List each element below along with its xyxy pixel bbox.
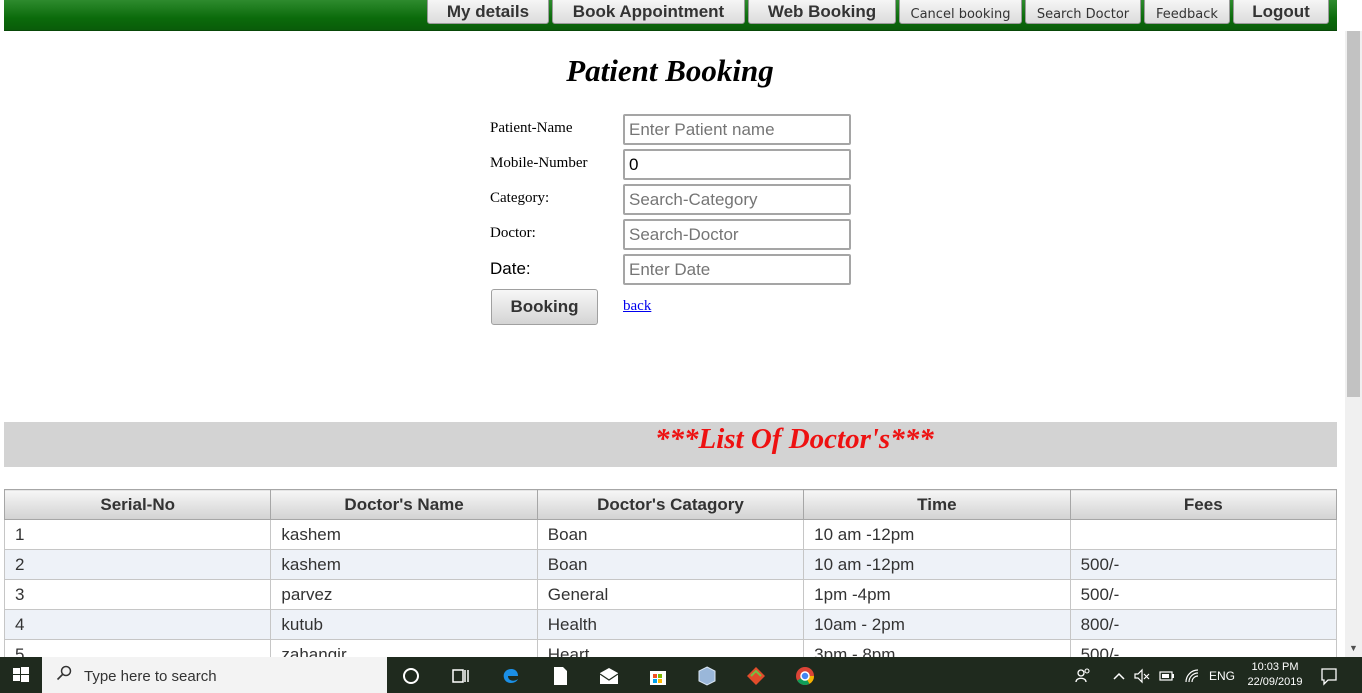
cell-doctor-name: parvez	[270, 579, 538, 610]
taskbar-search-placeholder: Type here to search	[84, 668, 217, 685]
table-row: 1 kashem Boan 10 am -12pm	[4, 519, 1337, 550]
cell-doctor-name: kashem	[270, 549, 538, 580]
cell-fees: 500/-	[1069, 639, 1337, 657]
input-language-indicator[interactable]: ENG	[1209, 669, 1235, 683]
wifi-icon[interactable]	[1183, 665, 1201, 687]
cell-category: General	[536, 579, 805, 610]
chrome-icon[interactable]	[794, 665, 816, 687]
task-view-icon[interactable]	[449, 665, 471, 687]
back-link[interactable]: back	[623, 298, 651, 315]
people-icon[interactable]	[1074, 665, 1092, 687]
nav-my-details-button[interactable]: My details	[427, 0, 549, 24]
table-row: 2 kashem Boan 10 am -12pm 500/-	[4, 549, 1337, 580]
table-row: 4 kutub Health 10am - 2pm 800/-	[4, 609, 1337, 640]
cell-serial: 5	[4, 639, 272, 657]
show-hidden-icons-chevron-icon[interactable]	[1112, 665, 1126, 687]
table-header-row: Serial-No Doctor's Name Doctor's Catagor…	[4, 489, 1337, 520]
cell-fees: 800/-	[1069, 609, 1337, 640]
date-input[interactable]	[623, 254, 851, 285]
clock-date: 22/09/2019	[1247, 676, 1303, 688]
scrollbar-thumb[interactable]	[1347, 31, 1360, 397]
taskbar-clock[interactable]: 10:03 PM 22/09/2019	[1240, 660, 1310, 690]
category-label: Category:	[490, 190, 550, 206]
edge-browser-icon[interactable]	[500, 665, 522, 687]
cell-fees	[1069, 519, 1337, 550]
cell-serial: 4	[4, 609, 272, 640]
cell-doctor-name: zahangir	[270, 639, 538, 657]
page-title: Patient Booking	[566, 53, 774, 88]
cell-doctor-name: kashem	[270, 519, 538, 550]
cell-fees: 500/-	[1069, 579, 1337, 610]
nav-feedback-button[interactable]: Feedback	[1144, 0, 1230, 24]
table-row: 3 parvez General 1pm -4pm 500/-	[4, 579, 1337, 610]
search-icon	[56, 665, 72, 681]
nav-logout-button[interactable]: Logout	[1233, 0, 1329, 24]
cell-time: 3pm - 8pm	[803, 639, 1071, 657]
taskbar-search-box[interactable]: Type here to search	[42, 657, 387, 693]
file-icon[interactable]	[549, 665, 571, 687]
nav-search-doctor-button[interactable]: Search Doctor	[1025, 0, 1141, 24]
cell-time: 10 am -12pm	[803, 519, 1071, 550]
mobile-number-label: Mobile-Number	[490, 155, 588, 171]
doctor-search-input[interactable]	[623, 219, 851, 250]
volume-muted-icon[interactable]	[1133, 665, 1151, 687]
booking-button[interactable]: Booking	[491, 289, 598, 325]
date-label: Date:	[490, 259, 531, 278]
patient-name-input[interactable]	[623, 114, 851, 145]
windows-taskbar: Type here to search ENG 10:03 PM 22/09/2…	[0, 657, 1362, 693]
doctor-label: Doctor:	[490, 225, 536, 241]
cell-category: Health	[536, 609, 805, 640]
mobile-number-input[interactable]	[623, 149, 851, 180]
column-header-serial: Serial-No	[4, 489, 272, 520]
cell-serial: 1	[4, 519, 272, 550]
mail-icon[interactable]	[598, 665, 620, 687]
store-icon[interactable]	[647, 665, 669, 687]
doctor-list-title: ***List Of Doctor's***	[655, 423, 934, 455]
cell-category: Heart	[536, 639, 805, 657]
battery-icon[interactable]	[1158, 665, 1176, 687]
column-header-doctor-name: Doctor's Name	[270, 489, 538, 520]
column-header-fees: Fees	[1069, 489, 1337, 520]
patient-name-label: Patient-Name	[490, 120, 573, 136]
column-header-time: Time	[803, 489, 1071, 520]
cortana-icon[interactable]	[400, 665, 422, 687]
nav-web-booking-button[interactable]: Web Booking	[748, 0, 896, 24]
virtualbox-icon[interactable]	[696, 665, 718, 687]
clock-time: 10:03 PM	[1251, 661, 1299, 673]
cell-serial: 3	[4, 579, 272, 610]
cell-category: Boan	[536, 549, 805, 580]
cell-time: 1pm -4pm	[803, 579, 1071, 610]
cell-time: 10am - 2pm	[803, 609, 1071, 640]
column-header-category: Doctor's Catagory	[536, 489, 805, 520]
nav-book-appointment-button[interactable]: Book Appointment	[552, 0, 745, 24]
cell-category: Boan	[536, 519, 805, 550]
cell-time: 10 am -12pm	[803, 549, 1071, 580]
category-search-input[interactable]	[623, 184, 851, 215]
cell-serial: 2	[4, 549, 272, 580]
cell-doctor-name: kutub	[270, 609, 538, 640]
table-row: 5 zahangir Heart 3pm - 8pm 500/-	[4, 639, 1337, 657]
nav-cancel-booking-button[interactable]: Cancel booking	[899, 0, 1022, 24]
doctor-table-container: Serial-No Doctor's Name Doctor's Catagor…	[4, 489, 1337, 657]
notifications-icon[interactable]	[1319, 665, 1339, 687]
windows-start-icon[interactable]	[0, 657, 42, 693]
doctor-table: Serial-No Doctor's Name Doctor's Catagor…	[4, 489, 1337, 657]
scroll-down-arrow-icon[interactable]: ▼	[1345, 640, 1362, 656]
git-app-icon[interactable]	[745, 665, 767, 687]
cell-fees: 500/-	[1069, 549, 1337, 580]
